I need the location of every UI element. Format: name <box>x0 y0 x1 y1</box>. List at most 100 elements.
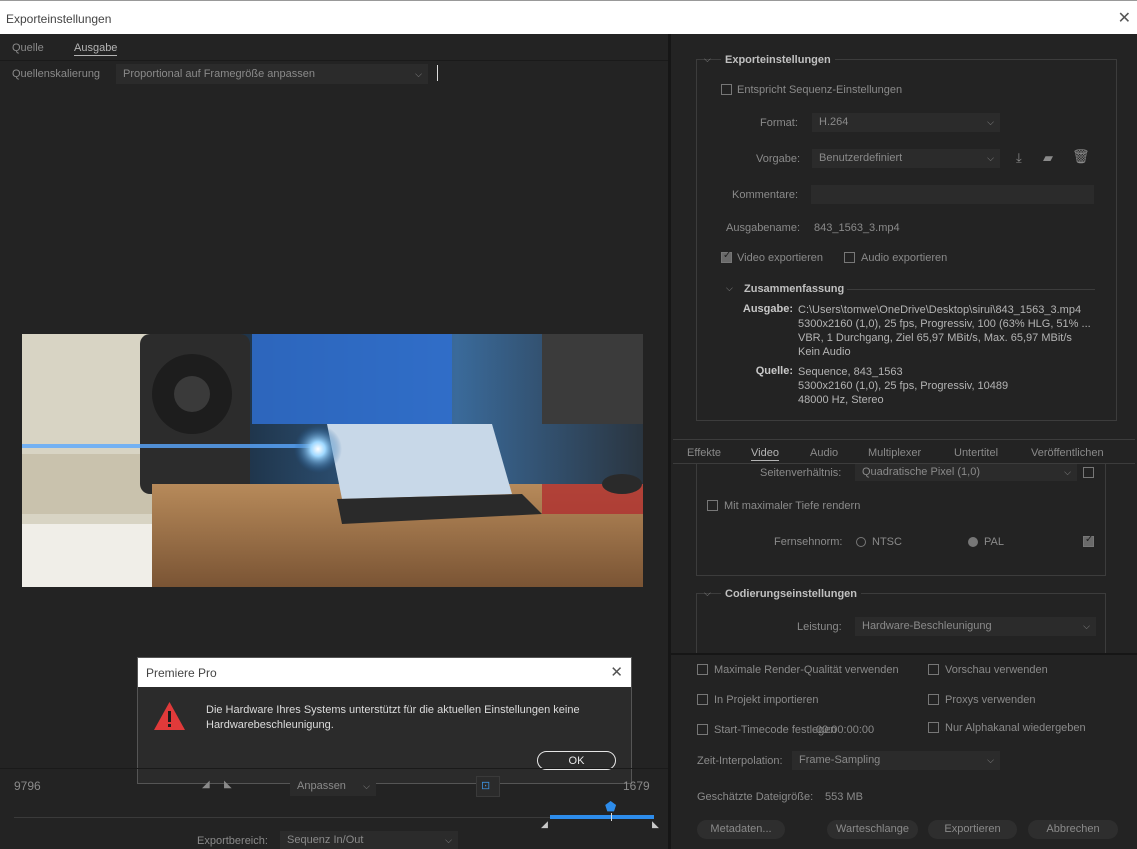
time-interpolation-label: Zeit-Interpolation: <box>697 755 783 767</box>
preset-label: Vorgabe: <box>756 153 801 165</box>
tab-source[interactable]: Quelle <box>12 42 44 54</box>
chevron-down-icon: ⌵ <box>987 117 994 127</box>
trash-icon[interactable]: 🗑 <box>1072 148 1090 165</box>
save-preset-icon[interactable]: ⤓ <box>1016 150 1022 166</box>
source-scaling-dropdown[interactable]: Proportional auf Framegröße anpassen ⌵ <box>116 64 428 84</box>
chevron-down-icon: ⌵ <box>1083 621 1090 631</box>
fit-dropdown[interactable]: Anpassen ⌵ <box>290 777 376 796</box>
divider <box>0 60 668 61</box>
summary-output-audio: Kein Audio <box>798 346 851 358</box>
max-render-quality-label: Maximale Render-Qualität verwenden <box>714 664 899 676</box>
tab-output[interactable]: Ausgabe <box>74 42 118 56</box>
tab-effects[interactable]: Effekte <box>687 447 721 459</box>
tv-standard-label: Fernsehnorm: <box>774 536 843 548</box>
preview-frame-image <box>22 334 643 587</box>
max-depth-label: Mit maximaler Tiefe rendern <box>724 500 861 512</box>
safe-margins-button[interactable]: ⊡ <box>476 776 500 797</box>
dialog-title: Premiere Pro <box>146 666 217 680</box>
summary-output-bitrate: VBR, 1 Durchgang, Ziel 65,97 MBit/s, Max… <box>798 332 1072 344</box>
alpha-only-label: Nur Alphakanal wiedergeben <box>945 722 1086 734</box>
close-icon[interactable]: ✕ <box>1118 8 1131 28</box>
dialog-close-icon[interactable]: ✕ <box>610 663 623 681</box>
summary-output-path: C:\Users\tomwe\OneDrive\Desktop\sirui\84… <box>798 304 1082 316</box>
pal-radio[interactable] <box>968 537 978 547</box>
summary-source-audio: 48000 Hz, Stereo <box>798 394 884 406</box>
text-cursor <box>437 65 438 81</box>
chevron-down-icon[interactable]: ⌵ <box>704 588 711 599</box>
performance-dropdown[interactable]: Hardware-Beschleunigung ⌵ <box>855 617 1096 636</box>
tab-audio[interactable]: Audio <box>810 447 838 459</box>
preset-value: Benutzerdefiniert <box>819 152 903 164</box>
range-in-handle[interactable]: ◢ <box>541 819 548 830</box>
aspect-ratio-label: Seitenverhältnis: <box>760 467 842 479</box>
use-proxies-label: Proxys verwenden <box>945 694 1036 706</box>
import-preset-icon[interactable]: ▰ <box>1043 150 1053 166</box>
match-sequence-label: Entspricht Sequenz-Einstellungen <box>737 84 903 96</box>
chevron-down-icon[interactable]: ⌵ <box>704 54 711 65</box>
range-out-handle[interactable]: ◣ <box>652 819 659 830</box>
comments-field[interactable] <box>811 185 1094 204</box>
summary-source-video: 5300x2160 (1,0), 25 fps, Progressiv, 104… <box>798 380 1009 392</box>
mark-in-icon[interactable]: ◢ <box>202 779 210 790</box>
export-audio-checkbox[interactable] <box>844 252 855 263</box>
playhead-line <box>611 813 612 821</box>
pal-label: PAL <box>984 536 1004 548</box>
tab-multiplexer[interactable]: Multiplexer <box>868 447 921 459</box>
summary-output-block: C:\Users\tomwe\OneDrive\Desktop\sirui\84… <box>798 303 1091 359</box>
export-range-value: Sequenz In/Out <box>287 834 364 846</box>
preset-dropdown[interactable]: Benutzerdefiniert ⌵ <box>812 149 1000 168</box>
import-into-project-checkbox[interactable] <box>697 694 708 705</box>
start-timecode-value[interactable]: 00:00:00:00 <box>816 724 874 736</box>
chevron-down-icon[interactable]: ⌵ <box>726 283 733 294</box>
window-titlebar: Exporteinstellungen ✕ <box>0 0 1137 34</box>
cancel-button[interactable]: Abbrechen <box>1028 820 1118 839</box>
dialog-titlebar: Premiere Pro ✕ <box>138 658 631 687</box>
aspect-ratio-dropdown[interactable]: Quadratische Pixel (1,0) ⌵ <box>855 464 1077 481</box>
chevron-down-icon: ⌵ <box>987 755 994 765</box>
output-name-link[interactable]: 843_1563_3.mp4 <box>814 222 900 234</box>
fit-value: Anpassen <box>297 780 346 792</box>
metadata-button[interactable]: Metadaten... <box>697 820 785 839</box>
queue-button[interactable]: Warteschlange <box>827 820 918 839</box>
export-video-label: Video exportieren <box>737 252 824 264</box>
alpha-only-checkbox[interactable] <box>928 722 939 733</box>
encoding-settings-header: Codierungseinstellungen <box>721 588 862 600</box>
tab-video[interactable]: Video <box>751 447 779 461</box>
export-settings-header: Exporteinstellungen <box>721 54 835 66</box>
source-scaling-label: Quellenskalierung <box>12 68 101 80</box>
max-render-quality-checkbox[interactable] <box>697 664 708 675</box>
export-button[interactable]: Exportieren <box>928 820 1017 839</box>
use-previews-checkbox[interactable] <box>928 664 939 675</box>
chevron-down-icon: ⌵ <box>987 153 994 163</box>
use-proxies-checkbox[interactable] <box>928 694 939 705</box>
estimated-size-value: 553 MB <box>825 791 863 803</box>
output-name-label: Ausgabename: <box>726 222 800 234</box>
ntsc-radio[interactable] <box>856 537 866 547</box>
tab-captions[interactable]: Untertitel <box>954 447 998 459</box>
format-dropdown[interactable]: H.264 ⌵ <box>812 113 1000 132</box>
max-depth-checkbox[interactable] <box>707 500 718 511</box>
aspect-ratio-match-checkbox[interactable] <box>1083 467 1094 478</box>
export-video-checkbox[interactable] <box>721 250 732 263</box>
ntsc-label: NTSC <box>872 536 902 548</box>
tab-publish[interactable]: Veröffentlichen <box>1031 447 1104 459</box>
summary-header: Zusammenfassung <box>744 283 845 295</box>
time-interpolation-value: Frame-Sampling <box>799 754 881 766</box>
import-into-project-label: In Projekt importieren <box>714 694 819 706</box>
time-interpolation-dropdown[interactable]: Frame-Sampling ⌵ <box>792 751 1000 770</box>
source-output-panel: Quelle Ausgabe Quellenskalierung Proport… <box>0 34 668 849</box>
match-sequence-checkbox[interactable] <box>721 84 732 95</box>
summary-source-block: Sequence, 843_1563 5300x2160 (1,0), 25 f… <box>798 365 1008 407</box>
export-range-bar[interactable] <box>550 815 654 819</box>
mark-out-icon[interactable]: ◣ <box>224 779 232 790</box>
export-audio-label: Audio exportieren <box>861 252 948 264</box>
performance-label: Leistung: <box>797 621 842 633</box>
export-range-dropdown[interactable]: Sequenz In/Out ⌵ <box>280 831 458 849</box>
timecode-left: 9796 <box>14 779 41 793</box>
tv-standard-match-checkbox[interactable] <box>1083 534 1094 547</box>
source-scaling-value: Proportional auf Framegröße anpassen <box>123 68 315 80</box>
window-title: Exporteinstellungen <box>6 12 112 26</box>
start-timecode-checkbox[interactable] <box>697 724 708 735</box>
summary-output-label: Ausgabe: <box>742 303 793 315</box>
summary-output-video: 5300x2160 (1,0), 25 fps, Progressiv, 100… <box>798 318 1091 330</box>
